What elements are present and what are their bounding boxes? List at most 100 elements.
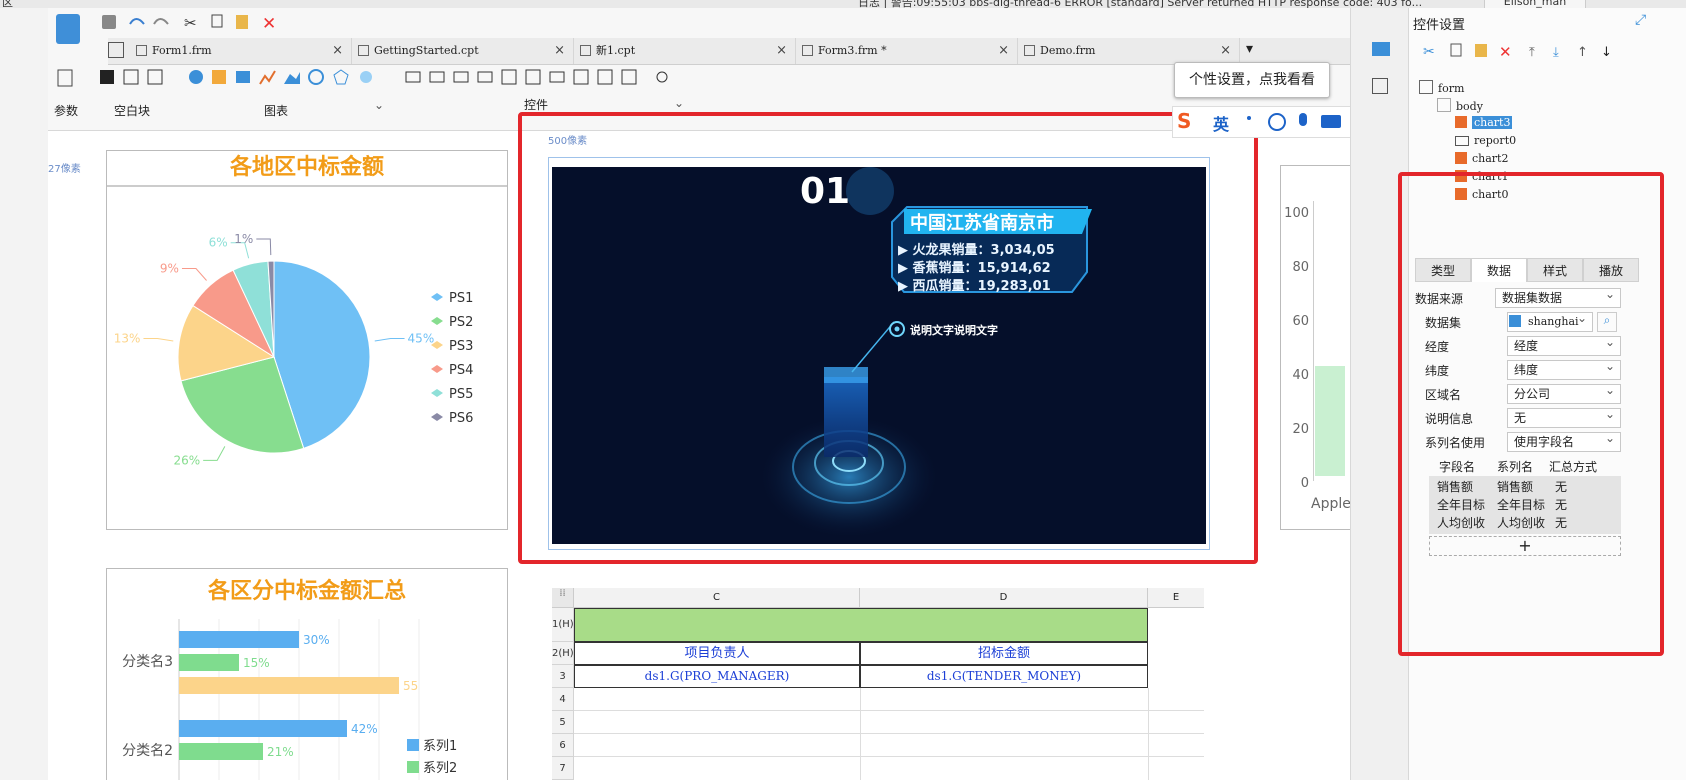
ime-tooltip[interactable]: 个性设置，点我看看 [1174,62,1330,98]
file-icon [580,45,591,56]
text-widget-icon [429,71,445,83]
legend-marker [431,389,443,397]
cut-icon: ✂ [1423,44,1435,60]
h-bar-chart-icon [236,71,250,83]
bar [179,720,347,737]
file-tabs: Form1.frm × GettingStarted.cpt × 新1.cpt × F… [108,38,1350,65]
field-cell-money[interactable]: ds1.G(TENDER_MONEY) [860,665,1148,688]
row-header[interactable]: 4 [552,688,574,711]
combo-widget-icon [477,71,493,83]
tree-item-chart2[interactable]: chart2 [1455,152,1508,165]
col-header-c[interactable]: C [574,588,860,608]
line-chart-icon [259,70,276,85]
field-cell-manager[interactable]: ds1.G(PRO_MANAGER) [574,665,860,688]
tab-label: Demo.frm [1040,44,1096,57]
panel-title: 控件设置 [1413,18,1466,33]
tab-demo[interactable]: Demo.frm × [1018,38,1240,64]
pie-widget[interactable]: 各地区中标金额 45% PS1 26% PS2 13% PS3 9% PS4 6% PS5 1% PS… [106,150,508,530]
tab-form1[interactable]: Form1.frm × [130,38,352,64]
file-icon [136,45,147,56]
grid-line [574,733,1204,734]
new-template-icon[interactable] [56,14,80,44]
widget-settings-icon[interactable] [1372,42,1390,56]
bar-title: 各区分中标金额汇总 [207,579,406,604]
legend-marker [431,365,443,373]
pie-chart-icon [189,70,203,84]
tab-label: 新1.cpt [596,44,636,57]
bar [179,631,299,648]
tree-label: report0 [1474,134,1517,147]
undo-icon [129,18,145,25]
sogou-logo-icon[interactable]: S [1177,109,1191,133]
row-header[interactable]: 7 [552,757,574,780]
legend-label: 系列2 [423,761,457,776]
line-widget[interactable]: 100 80 60 40 20 0 Apple [1280,165,1350,530]
chart-icon [1455,116,1467,128]
bar-widget[interactable]: 各区分中标金额汇总 分类名3 30% 15% 55 分类名2 42% 21% 系列1 系列2 [106,568,508,780]
row-header[interactable]: 6 [552,734,574,757]
tab-gettingstarted[interactable]: GettingStarted.cpt × [352,38,574,64]
pin-icon[interactable]: ⤢ [1635,12,1646,28]
y-tick-label: 60 [1292,314,1309,329]
tree-label: chart3 [1472,116,1513,129]
form-icon [1419,80,1433,94]
legend-marker [407,761,419,773]
report-icon [1455,136,1469,146]
row-header[interactable]: 2(H) [552,642,574,665]
tab-new1[interactable]: 新1.cpt × [574,38,796,64]
header-cell-manager[interactable]: 项目负责人 [574,642,860,665]
row-header[interactable]: 1(H) [552,608,574,642]
close-icon[interactable]: × [332,38,343,64]
tree-item-chart3[interactable]: chart3 [1455,116,1513,129]
close-icon[interactable]: × [554,38,565,64]
col-header-d[interactable]: D [860,588,1148,608]
tree-item-body[interactable]: body [1437,98,1483,113]
close-icon[interactable]: × [1220,38,1231,64]
title-row-cell[interactable] [574,608,1148,642]
gauge-chart-icon [308,69,324,85]
label-widget-icon [405,71,421,83]
chart-group-expand-icon[interactable]: ⌄ [374,98,384,112]
tab-list-icon[interactable] [108,42,124,58]
checkbox-widget-icon [621,69,637,85]
close-icon[interactable]: × [998,38,1009,64]
param-icon [57,69,73,87]
row-header[interactable]: 3 [552,665,574,688]
radar-chart-icon [333,69,349,85]
panel-toolbar: ✂ ✕ ⤒ ⤓ ↑ ↓ [1423,43,1612,60]
left-px-label: 27像素 [48,164,81,175]
highlight-map-widget [518,112,1258,564]
ime-lang-toggle[interactable]: 英 [1213,111,1229,135]
bar [179,743,263,760]
cut-icon: ✂ [184,14,197,32]
group-param-label: 参数 [54,104,79,118]
chart-icon [1455,152,1467,164]
sheet-corner[interactable]: ⁞⁞ [552,588,574,608]
pie-leader-line [203,446,226,461]
pie-data-label: 26% [173,453,200,467]
tree-label: chart2 [1472,152,1509,165]
bar-data-label: 15% [243,656,270,670]
component-library-icon[interactable] [1372,78,1388,94]
row-header[interactable]: 5 [552,711,574,734]
legend-label: PS2 [449,315,473,330]
list-widget-icon [573,69,589,85]
col-header-e[interactable]: E [1148,588,1204,608]
tab-menu-icon[interactable]: ▾ [1246,41,1253,57]
number-widget-icon [549,71,565,83]
tree-item-form[interactable]: form [1419,80,1464,95]
report-sheet[interactable]: ⁞⁞ C D E 1(H) 2(H) 3 4 5 6 7 项目负责人 招标金额 … [552,588,1204,780]
legend-marker [431,317,443,325]
line-x-first-label: Apple [1311,496,1350,512]
tab-form3[interactable]: Form3.frm * × [796,38,1018,64]
widget-group-expand-icon[interactable]: ⌄ [674,96,684,110]
tree-item-report0[interactable]: report0 [1455,134,1516,147]
close-icon[interactable]: × [776,38,787,64]
header-cell-money[interactable]: 招标金额 [860,642,1148,665]
tree-label: body [1456,100,1483,113]
scatter-chart-icon [360,71,372,83]
legend-label: PS4 [449,363,473,378]
bar-data-label: 42% [351,722,378,736]
pie-data-label: 13% [114,332,141,346]
paste-icon [236,15,248,29]
